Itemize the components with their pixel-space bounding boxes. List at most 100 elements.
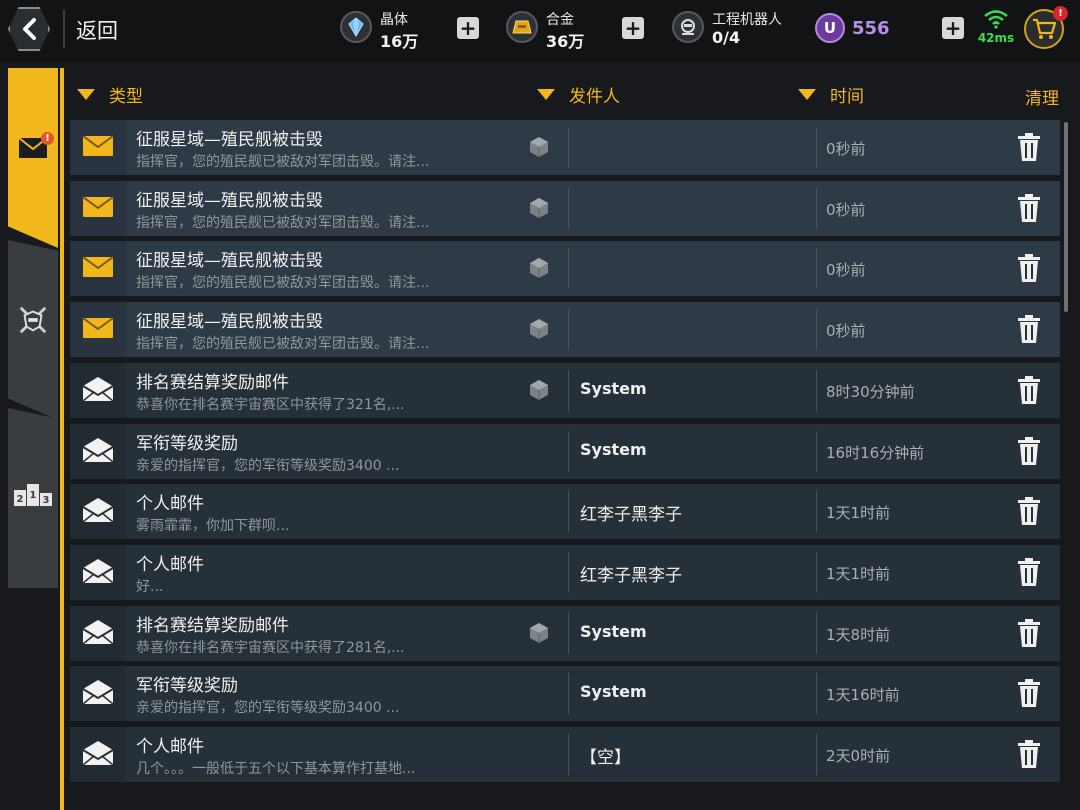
mail-title: 征服星域—殖民舰被击毁 [136,130,323,150]
mail-row-body[interactable]: 征服星域—殖民舰被击毁 指挥官，您的殖民舰已被敌对军团击毁。请注... 0秒前 [126,241,1060,296]
scrollbar[interactable] [1064,122,1068,312]
mail-row[interactable]: 个人邮件 雾雨霏霏，你加下群呗... 红李子黑李子 1天1时前 [70,484,1060,539]
crossed-swords-icon [17,304,49,336]
mail-title: 个人邮件 [136,494,204,514]
envelope-open-icon [82,558,114,588]
wifi-icon [984,10,1008,29]
envelope-closed-icon [82,134,114,161]
alloy-icon [506,11,538,43]
mail-preview: 指挥官，您的殖民舰已被敌对军团击毁。请注... [136,215,430,231]
attachment-cube-icon [528,197,550,219]
trash-icon[interactable] [1016,678,1042,708]
trash-icon[interactable] [1016,739,1042,769]
column-divider [568,734,569,775]
add-crystal-button[interactable]: + [457,17,479,39]
trash-icon[interactable] [1016,375,1042,405]
mail-row-body[interactable]: 个人邮件 雾雨霏霏，你加下群呗... 红李子黑李子 1天1时前 [126,484,1060,539]
trash-icon[interactable] [1016,314,1042,344]
attachment-cube-icon [528,379,550,401]
svg-text:1: 1 [30,490,37,501]
mail-row[interactable]: 军衔等级奖励 亲爱的指挥官，您的军衔等级奖励3400 ... System 16时16… [70,424,1060,479]
mail-preview: 雾雨霏霏，你加下群呗... [136,518,290,534]
column-divider [816,491,817,532]
clear-button[interactable]: 清理 [1025,84,1059,109]
mail-row-body[interactable]: 征服星域—殖民舰被击毁 指挥官，您的殖民舰已被敌对军团击毁。请注... 0秒前 [126,181,1060,236]
dropdown-triangle-icon [537,89,555,100]
mail-preview: 几个。。。一般低于五个以下基本算作打基地... [136,761,416,777]
robot-icon [672,11,704,43]
add-alloy-button[interactable]: + [622,17,644,39]
mail-status-cell [70,302,126,357]
column-divider [568,188,569,229]
envelope-closed-icon [82,316,114,343]
mail-status-cell [70,484,126,539]
mail-preview: 亲爱的指挥官，您的军衔等级奖励3400 ... [136,700,400,716]
mail-row[interactable]: 征服星域—殖民舰被击毁指挥官，您的殖民舰已被敌对军团击毁。请注... 0秒前 [70,120,1060,175]
mail-row[interactable]: 军衔等级奖励 亲爱的指挥官，您的军衔等级奖励3400 ... System 1天16时… [70,666,1060,721]
filter-time[interactable]: 时间 [798,82,864,107]
attachment-cube-icon [528,136,550,158]
resource-alloy: 合金 36万 [506,7,616,51]
trash-icon[interactable] [1016,557,1042,587]
attachment-cube-icon [528,318,550,340]
filter-time-label: 时间 [830,87,864,107]
mail-row[interactable]: 排名赛结算奖励邮件 恭喜你在排名赛宇宙赛区中获得了281名,... System 1天… [70,606,1060,661]
mail-title: 征服星域—殖民舰被击毁 [136,251,323,271]
mail-row[interactable]: 个人邮件 好... 红李子黑李子 1天1时前 [70,545,1060,600]
column-divider [816,673,817,714]
mail-row-body[interactable]: 排名赛结算奖励邮件 恭喜你在排名赛宇宙赛区中获得了321名,... System 8时… [126,363,1060,418]
mail-status-cell [70,606,126,661]
tab-battle[interactable] [8,240,58,420]
divider [63,10,65,48]
column-divider [568,673,569,714]
trash-icon[interactable] [1016,436,1042,466]
trash-icon[interactable] [1016,496,1042,526]
mail-sender: System [580,379,647,398]
mail-row-body[interactable]: 个人邮件 好... 红李子黑李子 1天1时前 [126,545,1060,600]
filter-type[interactable]: 类型 [77,82,143,107]
column-divider [816,309,817,350]
network-status: 42ms [976,9,1016,45]
resource-value: 0/4 [712,28,741,47]
premium-currency-value: 556 [852,18,890,39]
mail-row-body[interactable]: 征服星域—殖民舰被击毁指挥官，您的殖民舰已被敌对军团击毁。请注... 0秒前 [126,120,1060,175]
envelope-open-icon [82,619,114,649]
mail-row[interactable]: 征服星域—殖民舰被击毁 指挥官，您的殖民舰已被敌对军团击毁。请注... 0秒前 [70,241,1060,296]
column-divider [568,431,569,472]
add-premium-button[interactable]: + [942,17,964,39]
trash-icon[interactable] [1016,193,1042,223]
mail-time: 8时30分钟前 [826,383,915,401]
envelope-open-icon [82,740,114,770]
mail-row-body[interactable]: 个人邮件 几个。。。一般低于五个以下基本算作打基地... 【空】 2天0时前 [126,727,1060,782]
mail-preview: 指挥官，您的殖民舰已被敌对军团击毁。请注... [136,154,430,170]
column-divider [816,248,817,289]
mail-row[interactable]: 排名赛结算奖励邮件 恭喜你在排名赛宇宙赛区中获得了321名,... System 8时… [70,363,1060,418]
mail-status-cell [70,545,126,600]
mail-row-body[interactable]: 军衔等级奖励 亲爱的指挥官，您的军衔等级奖励3400 ... System 16时16… [126,424,1060,479]
column-divider [568,127,569,168]
trash-icon[interactable] [1016,253,1042,283]
trash-icon[interactable] [1016,618,1042,648]
chevron-left-icon [23,18,36,40]
filter-sender[interactable]: 发件人 [537,82,620,107]
tab-mail[interactable] [8,68,58,248]
resource-value: 36万 [546,32,585,51]
mail-title: 征服星域—殖民舰被击毁 [136,191,323,211]
mail-status-cell [70,241,126,296]
mail-row-body[interactable]: 军衔等级奖励 亲爱的指挥官，您的军衔等级奖励3400 ... System 1天16时… [126,666,1060,721]
mail-title: 个人邮件 [136,737,204,757]
mail-row-body[interactable]: 征服星域—殖民舰被击毁 指挥官，您的殖民舰已被敌对军团击毁。请注... 0秒前 [126,302,1060,357]
mail-row[interactable]: 征服星域—殖民舰被击毁 指挥官，您的殖民舰已被敌对军团击毁。请注... 0秒前 [70,302,1060,357]
trash-icon[interactable] [1016,132,1042,162]
tab-ranking[interactable]: 2 1 3 [8,408,58,588]
mail-time: 0秒前 [826,140,866,158]
mail-row[interactable]: 征服星域—殖民舰被击毁 指挥官，您的殖民舰已被敌对军团击毁。请注... 0秒前 [70,181,1060,236]
back-button[interactable] [8,7,50,51]
mail-row[interactable]: 个人邮件 几个。。。一般低于五个以下基本算作打基地... 【空】 2天0时前 [70,727,1060,782]
mail-time: 16时16分钟前 [826,444,925,462]
back-label[interactable]: 返回 [76,15,118,45]
mail-sender: 红李子黑李子 [580,566,682,586]
column-divider [816,613,817,654]
mail-row-body[interactable]: 排名赛结算奖励邮件 恭喜你在排名赛宇宙赛区中获得了281名,... System 1天… [126,606,1060,661]
mail-status-cell [70,181,126,236]
